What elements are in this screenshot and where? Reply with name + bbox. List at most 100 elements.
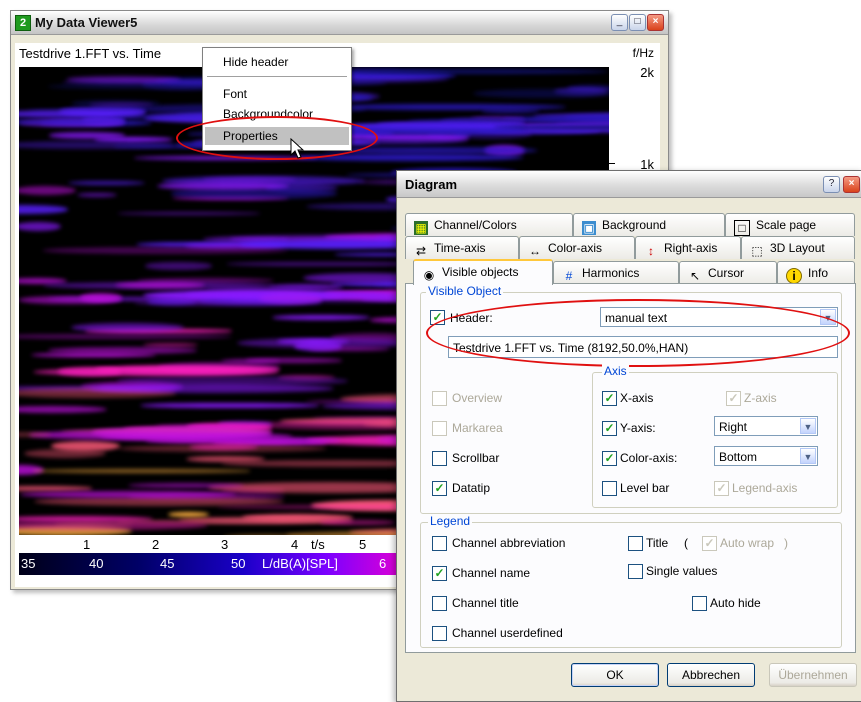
cube-icon: ⬚	[751, 244, 763, 258]
tab-right-axis[interactable]: ↕ Right-axis	[635, 236, 741, 259]
channel-abbreviation-label: Channel abbreviation	[452, 536, 566, 550]
channel-abbreviation-checkbox[interactable]	[432, 536, 447, 551]
spectrum-band	[19, 486, 92, 491]
spectrum-band	[19, 120, 125, 124]
diagram-dialog: Diagram ? × ▦ Channel/Colors ▣ Background …	[396, 170, 861, 702]
chevron-down-icon[interactable]: ▼	[820, 309, 836, 325]
overview-checkbox[interactable]	[432, 391, 447, 406]
menu-item-hide-header[interactable]: Hide header	[223, 55, 288, 69]
spectrum-band	[57, 367, 122, 376]
level-bar-checkbox[interactable]	[602, 481, 617, 496]
minimize-button[interactable]: _	[611, 14, 628, 31]
window-title: My Data Viewer5	[35, 15, 138, 30]
dialog-titlebar[interactable]: Diagram ? ×	[397, 171, 861, 198]
auto-wrap-checkbox[interactable]: ✓	[702, 536, 717, 551]
chevron-down-icon[interactable]: ▼	[800, 448, 816, 464]
tab-channel-colors[interactable]: ▦ Channel/Colors	[405, 213, 573, 236]
square-icon: □	[734, 220, 750, 236]
scrollbar-checkbox[interactable]	[432, 451, 447, 466]
z-axis-checkbox[interactable]: ✓	[726, 391, 741, 406]
paren-open: (	[684, 536, 688, 550]
x-tick-label: 3	[221, 537, 229, 552]
menu-item-backgroundcolor[interactable]: Backgroundcolor	[223, 107, 313, 121]
tab-3d-layout[interactable]: ⬚ 3D Layout	[741, 236, 855, 259]
markarea-checkbox[interactable]	[432, 421, 447, 436]
title-label: Title	[646, 536, 669, 550]
dialog-close-button[interactable]: ×	[843, 176, 860, 193]
x-tick-label: 4	[291, 537, 299, 552]
dialog-title: Diagram	[405, 177, 458, 192]
spectrum-band	[473, 89, 609, 99]
level-bar-label: Level bar	[620, 481, 670, 495]
chevron-down-icon[interactable]: ▼	[800, 418, 816, 434]
menu-item-font[interactable]: Font	[223, 87, 247, 101]
spectrum-band	[76, 192, 117, 198]
tab-visible-objects[interactable]: ◉ Visible objects	[413, 259, 553, 285]
color-axis-position-select[interactable]: Bottom ▼	[714, 446, 818, 466]
double-arrow-icon: ↔	[529, 244, 541, 258]
y-axis-checkbox[interactable]: ✓	[602, 421, 617, 436]
y-axis-label: Y-axis:	[620, 421, 656, 435]
color-axis-checkbox[interactable]: ✓	[602, 451, 617, 466]
help-button[interactable]: ?	[823, 176, 840, 193]
color-axis-label: Color-axis:	[620, 451, 678, 465]
y-axis-position-select[interactable]: Right ▼	[714, 416, 818, 436]
spectrum-band	[202, 176, 297, 182]
spectrum-band	[320, 520, 395, 525]
auto-hide-label: Auto hide	[710, 596, 761, 610]
tab-info[interactable]: i Info	[777, 261, 855, 284]
spectrum-band	[139, 402, 321, 409]
group-label: Axis	[602, 364, 629, 378]
spectrum-band	[482, 109, 539, 113]
info-icon: i	[786, 268, 802, 284]
scrollbar-label: Scrollbar	[452, 451, 500, 465]
spectrum-band	[168, 511, 209, 518]
spectrum-band	[19, 185, 76, 196]
y-tick-mark	[609, 163, 615, 164]
header-text-input[interactable]: Testdrive 1.FFT vs. Time (8192,50.0%,HAN…	[448, 336, 838, 358]
y-tick-label: 2k	[640, 65, 654, 80]
spectrum-band	[295, 154, 524, 162]
tab-cursor[interactable]: ↖ Cursor	[679, 261, 777, 284]
x-axis-unit: t/s	[311, 537, 325, 552]
tab-scale-page[interactable]: □ Scale page	[725, 213, 855, 236]
group-label: Visible Object	[426, 284, 504, 298]
single-values-checkbox[interactable]	[628, 564, 643, 579]
spectrum-band	[127, 482, 244, 488]
diagram-header[interactable]: Testdrive 1.FFT vs. Time	[19, 46, 161, 61]
y-axis-unit: f/Hz	[632, 46, 654, 60]
menu-item-properties[interactable]: Properties	[205, 127, 349, 145]
auto-hide-checkbox[interactable]	[692, 596, 707, 611]
apply-button[interactable]: Übernehmen	[769, 663, 857, 687]
spectrum-band	[32, 469, 251, 473]
spectrum-band	[246, 358, 342, 363]
viewer-titlebar[interactable]: 2 My Data Viewer5 _ □ ×	[11, 11, 668, 35]
tab-time-axis[interactable]: ⇄ Time-axis	[405, 236, 519, 259]
legend-axis-checkbox[interactable]: ✓	[714, 481, 729, 496]
header-checkbox[interactable]: ✓	[430, 310, 445, 325]
maximize-button[interactable]: □	[629, 14, 646, 31]
close-button[interactable]: ×	[647, 14, 664, 31]
header-mode-select[interactable]: manual text ▼	[600, 307, 838, 327]
tab-background[interactable]: ▣ Background	[573, 213, 725, 236]
channel-name-checkbox[interactable]: ✓	[432, 566, 447, 581]
visible-objects-panel: Visible Object ✓ Header: manual text ▼ T…	[405, 283, 856, 653]
x-axis-checkbox[interactable]: ✓	[602, 391, 617, 406]
spectrum-band	[23, 449, 107, 459]
vertical-arrows-icon: ↕	[648, 244, 654, 258]
tab-color-axis[interactable]: ↔ Color-axis	[519, 236, 635, 259]
title-checkbox[interactable]	[628, 536, 643, 551]
context-menu: Hide header Font Backgroundcolor Propert…	[202, 47, 352, 151]
spectrum-band	[88, 102, 153, 107]
cancel-button[interactable]: Abbrechen	[667, 663, 755, 687]
x-tick-label: 1	[83, 537, 91, 552]
spectrum-band	[271, 314, 371, 320]
channel-userdefined-checkbox[interactable]	[432, 626, 447, 641]
color-axis-label: L/dB(A)[SPL]	[262, 556, 338, 571]
channel-title-checkbox[interactable]	[432, 596, 447, 611]
ok-button[interactable]: OK	[571, 663, 659, 687]
color-tick-label: 6	[379, 556, 387, 571]
datatip-checkbox[interactable]: ✓	[432, 481, 447, 496]
tab-harmonics[interactable]: # Harmonics	[553, 261, 679, 284]
spectrum-band	[29, 430, 272, 440]
